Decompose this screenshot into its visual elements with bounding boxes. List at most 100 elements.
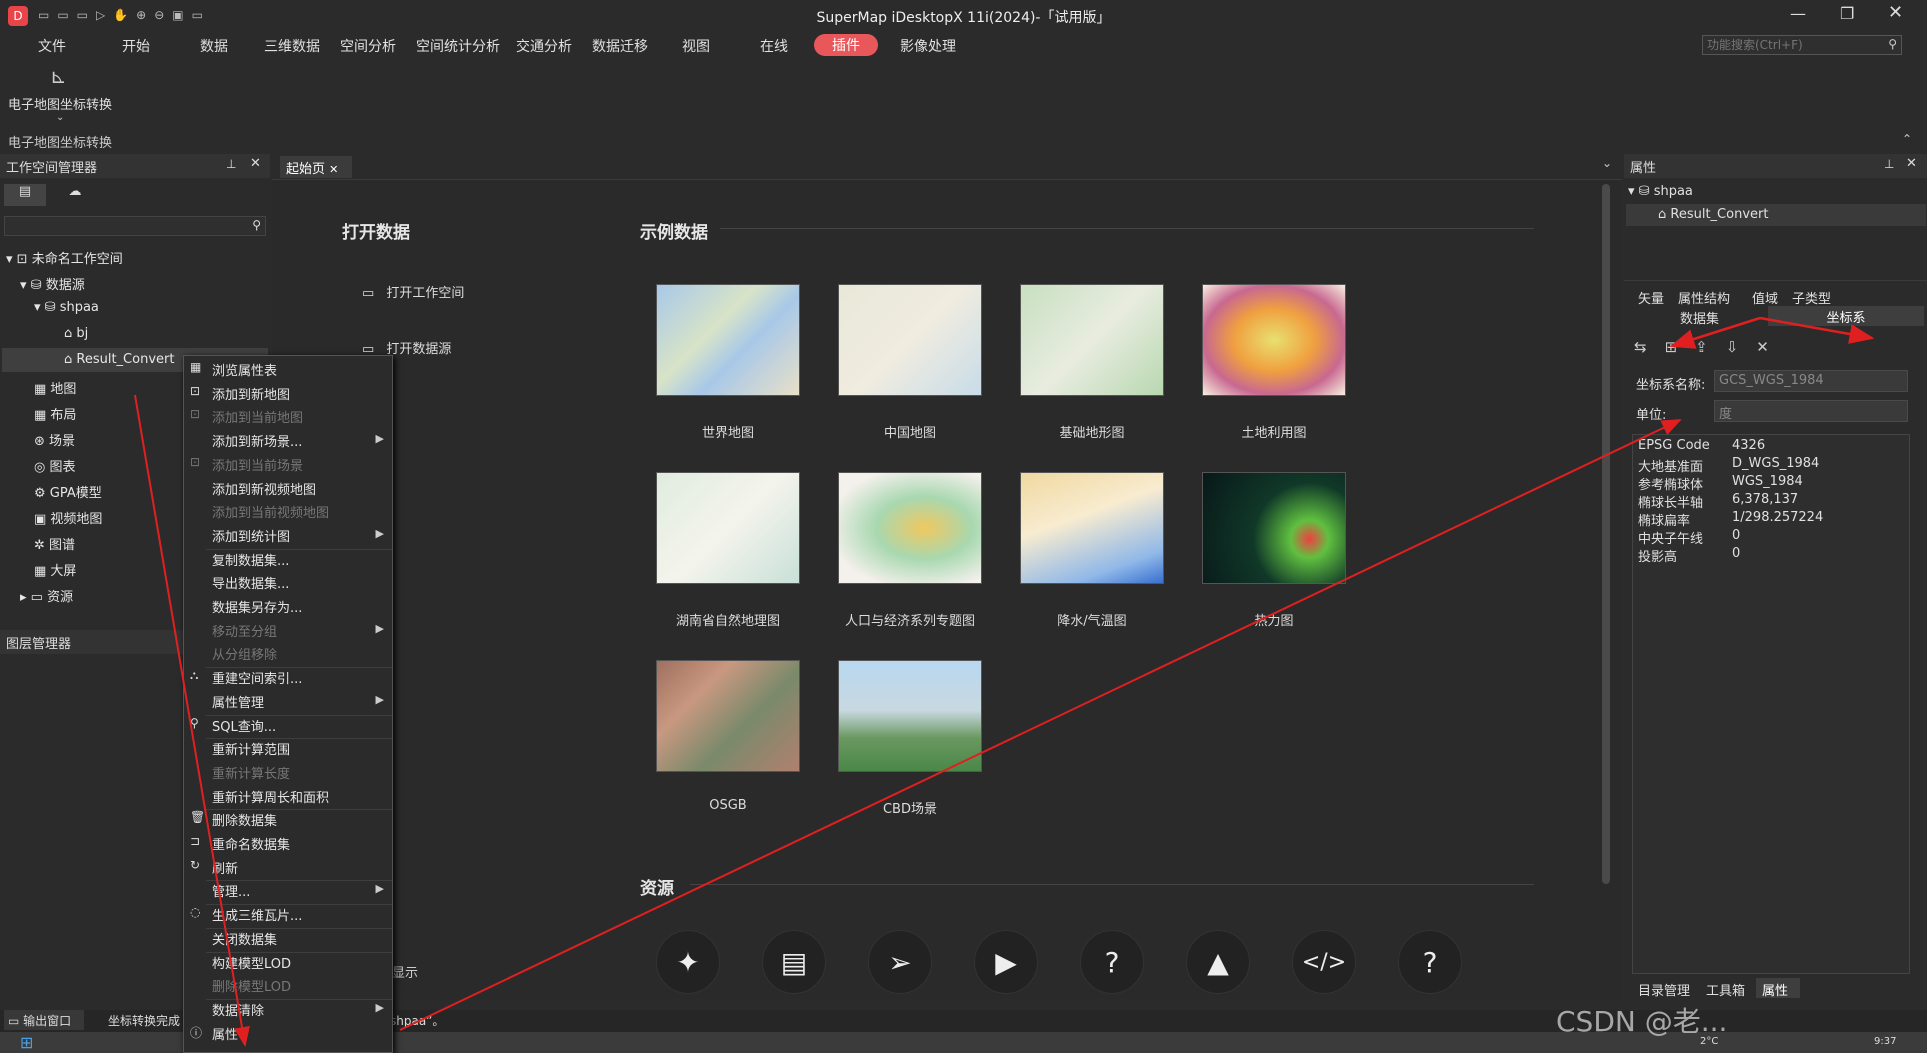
context-menu-item[interactable]: 添加到新地图 bbox=[212, 384, 392, 403]
chevron-down-icon[interactable]: ⌄ bbox=[56, 112, 64, 123]
thumb-heat-map[interactable] bbox=[1202, 472, 1346, 584]
context-menu-item[interactable]: 数据清除 bbox=[212, 1000, 392, 1019]
menu-imagery[interactable]: 影像处理 bbox=[900, 36, 956, 56]
ws-filter-box[interactable]: ⚲ bbox=[4, 216, 266, 236]
tree-video-maps[interactable]: ▣ 视频地图 bbox=[34, 508, 102, 527]
context-menu-item[interactable]: 数据集另存为... bbox=[212, 597, 392, 616]
tab-start-page[interactable]: 起始页 ✕ bbox=[280, 156, 352, 178]
thumb-hunan-map[interactable] bbox=[656, 472, 800, 584]
unit-field[interactable]: 度 bbox=[1714, 400, 1908, 422]
restore-button[interactable]: ❐ bbox=[1840, 4, 1854, 23]
context-menu-item[interactable]: 添加到统计图 bbox=[212, 526, 392, 545]
minimize-button[interactable]: — bbox=[1790, 4, 1806, 23]
thumb-terrain-map[interactable] bbox=[1020, 284, 1164, 396]
tree-graphs[interactable]: ✲ 图谱 bbox=[34, 534, 75, 553]
menu-start[interactable]: 开始 bbox=[122, 36, 150, 56]
bottom-tab-properties[interactable]: 属性 bbox=[1756, 978, 1800, 999]
open-workspace-link[interactable]: ▭ 打开工作空间 bbox=[362, 282, 464, 301]
thumb-landuse-map[interactable] bbox=[1202, 284, 1346, 396]
tree-dataset-bj[interactable]: ⌂ bj bbox=[64, 326, 88, 341]
context-menu-item[interactable]: 生成三维瓦片... bbox=[212, 905, 392, 924]
context-menu-item[interactable]: 重新计算范围 bbox=[212, 739, 392, 758]
thumb-china-map[interactable] bbox=[838, 284, 982, 396]
tab-attr-structure[interactable]: 属性结构 bbox=[1678, 288, 1730, 307]
send-icon[interactable]: ➢ bbox=[868, 930, 932, 994]
menu-3d-data[interactable]: 三维数据 bbox=[264, 36, 320, 56]
search-icon[interactable]: ⚲ bbox=[1888, 37, 1897, 51]
menu-migration[interactable]: 数据迁移 bbox=[592, 36, 648, 56]
thumb-climate-map[interactable] bbox=[1020, 472, 1164, 584]
context-menu-item[interactable]: 添加到新视频地图 bbox=[212, 479, 392, 498]
context-menu-item[interactable]: 导出数据集... bbox=[212, 573, 392, 592]
context-menu-item[interactable]: 属性管理 bbox=[212, 692, 392, 711]
bottom-tab-toolbox[interactable]: 工具箱 bbox=[1706, 980, 1745, 999]
tree-resources[interactable]: ▸ ▭ 资源 bbox=[20, 586, 73, 605]
context-menu-item[interactable]: 关闭数据集 bbox=[212, 929, 392, 948]
menu-spatial-stats[interactable]: 空间统计分析 bbox=[416, 36, 500, 56]
search-box[interactable]: ⚲ bbox=[1702, 35, 1902, 55]
close-panel-icon[interactable]: ✕ bbox=[1906, 156, 1917, 171]
tree-maps[interactable]: ▦ 地图 bbox=[34, 378, 76, 397]
search-input[interactable] bbox=[1703, 36, 1873, 54]
context-menu-item[interactable]: SQL查询... bbox=[212, 716, 392, 735]
context-menu-item[interactable]: 管理... bbox=[212, 881, 392, 900]
tree-datasources[interactable]: ▾ ⛁ 数据源 bbox=[20, 274, 85, 293]
thumb-world-map[interactable] bbox=[656, 284, 800, 396]
tree-layouts[interactable]: ▦ 布局 bbox=[34, 404, 76, 423]
tree-workspace[interactable]: ▾ ⊡ 未命名工作空间 bbox=[6, 248, 123, 267]
context-menu-item[interactable]: 删除数据集 bbox=[212, 810, 392, 829]
prop-dataset-label[interactable]: ⌂ Result_Convert bbox=[1658, 207, 1768, 222]
menu-online[interactable]: 在线 bbox=[760, 36, 788, 56]
bottom-tab-catalog[interactable]: 目录管理 bbox=[1638, 980, 1690, 999]
tree-scenes[interactable]: ⊛ 场景 bbox=[34, 430, 75, 449]
context-menu-item[interactable]: 浏览属性表 bbox=[212, 360, 392, 379]
context-menu-item[interactable]: 重命名数据集 bbox=[212, 834, 392, 853]
menu-traffic[interactable]: 交通分析 bbox=[516, 36, 572, 56]
tab-subtype[interactable]: 子类型 bbox=[1792, 288, 1831, 307]
tabs-dropdown-icon[interactable]: ⌄ bbox=[1602, 156, 1612, 170]
windows-start-icon[interactable]: ⊞ bbox=[20, 1033, 33, 1052]
tree-ds-shpaa[interactable]: ▾ ⛁ shpaa bbox=[34, 300, 99, 315]
collapse-ribbon-icon[interactable]: ⌃ bbox=[1902, 132, 1912, 146]
coord-name-field[interactable]: GCS_WGS_1984 bbox=[1714, 370, 1908, 392]
output-window-tab[interactable]: ▭ 输出窗口 bbox=[4, 1010, 84, 1030]
tree-screens[interactable]: ▦ 大屏 bbox=[34, 560, 76, 579]
tree-charts[interactable]: ◎ 图表 bbox=[34, 456, 76, 475]
help-icon[interactable]: ? bbox=[1080, 930, 1144, 994]
menu-view[interactable]: 视图 bbox=[682, 36, 710, 56]
vertical-scrollbar[interactable] bbox=[1602, 184, 1610, 884]
video-icon[interactable]: ▶ bbox=[974, 930, 1038, 994]
ws-tab-datasource[interactable]: ▤ bbox=[4, 184, 46, 206]
code-icon[interactable]: </> bbox=[1292, 930, 1356, 994]
menu-file[interactable]: 文件 bbox=[38, 36, 66, 56]
context-menu-item[interactable]: 重新计算周长和面积 bbox=[212, 787, 392, 806]
context-menu-item[interactable]: 构建模型LOD bbox=[212, 953, 392, 972]
tree-gpa[interactable]: ⚙ GPA模型 bbox=[34, 482, 102, 501]
prop-ds-node[interactable]: ▾ ⛁ shpaa bbox=[1628, 184, 1693, 199]
tab-vector[interactable]: 矢量 bbox=[1638, 288, 1664, 307]
pin-icon[interactable]: ⊥ bbox=[226, 157, 236, 171]
thumb-population-map[interactable] bbox=[838, 472, 982, 584]
context-menu-item[interactable]: 属性 bbox=[212, 1024, 392, 1043]
thumb-osgb[interactable] bbox=[656, 660, 800, 772]
menu-plugin[interactable]: 插件 bbox=[814, 34, 878, 56]
filter-search-icon[interactable]: ⚲ bbox=[252, 218, 261, 232]
question-chat-icon[interactable]: ? bbox=[1398, 930, 1462, 994]
graduation-cap-icon[interactable]: ▲ bbox=[1186, 930, 1250, 994]
coord-convert-button[interactable]: ⊾ 电子地图坐标转换 ⌄ bbox=[4, 60, 116, 130]
tab-domain[interactable]: 值域 bbox=[1752, 288, 1778, 307]
close-panel-icon[interactable]: ✕ bbox=[250, 156, 261, 171]
ws-tab-cloud[interactable]: ☁ bbox=[54, 184, 96, 206]
context-menu-item[interactable]: 重建空间索引... bbox=[212, 668, 392, 687]
magic-wand-icon[interactable]: ✦ bbox=[656, 930, 720, 994]
context-menu-item[interactable]: 添加到新场景... bbox=[212, 431, 392, 450]
close-button[interactable]: ✕ bbox=[1888, 2, 1903, 23]
book-icon[interactable]: ▤ bbox=[762, 930, 826, 994]
pin-icon[interactable]: ⊥ bbox=[1884, 157, 1894, 171]
context-menu-item[interactable]: 复制数据集... bbox=[212, 550, 392, 569]
tab-dataset[interactable]: 数据集 bbox=[1680, 308, 1719, 327]
tab-coord-system[interactable]: 坐标系 bbox=[1768, 306, 1924, 326]
close-tab-icon[interactable]: ✕ bbox=[329, 163, 338, 176]
context-menu-item[interactable]: 刷新 bbox=[212, 858, 392, 877]
tree-dataset-result-label[interactable]: ⌂ Result_Convert bbox=[64, 352, 174, 367]
